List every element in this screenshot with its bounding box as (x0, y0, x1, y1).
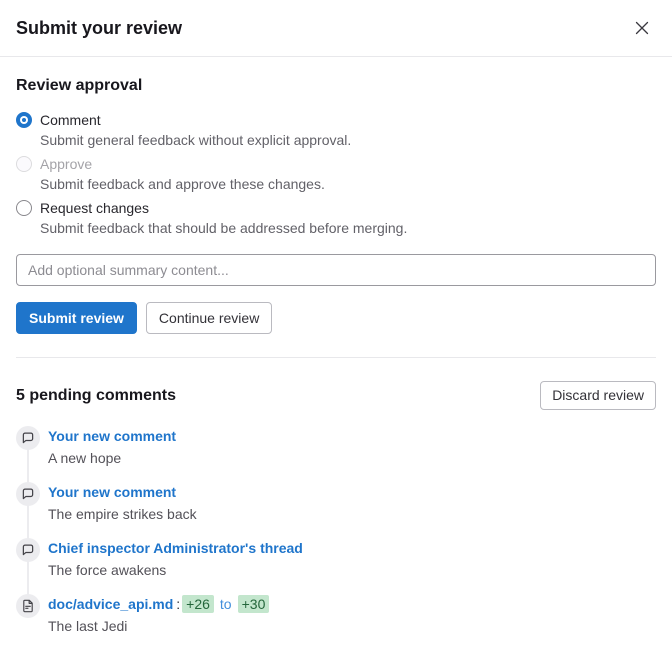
pending-comment-description: The force awakens (48, 560, 656, 580)
to-label: to (220, 596, 232, 612)
timeline-icon-circle (16, 538, 40, 562)
radio-row[interactable]: Comment (16, 110, 656, 130)
radio-row[interactable]: Approve (16, 154, 656, 174)
timeline-icon-circle (16, 594, 40, 618)
line-number-badge-to: +30 (238, 595, 270, 613)
pending-comment-item: Chief inspector Administrator's thread T… (16, 538, 656, 580)
comment-bubble-icon (21, 431, 35, 445)
pending-comment-body: Your new comment The empire strikes back (48, 482, 656, 524)
pending-comments-header: 5 pending comments Discard review (0, 381, 672, 410)
radio-button[interactable] (16, 112, 32, 128)
radio-label: Approve (40, 154, 92, 174)
pending-comment-title-line: Your new comment (48, 482, 656, 502)
pending-comment-link[interactable]: doc/advice_api.md (48, 596, 173, 612)
discard-review-button[interactable]: Discard review (540, 381, 656, 410)
pending-comment-link[interactable]: Chief inspector Administrator's thread (48, 540, 303, 556)
dialog-title: Submit your review (16, 18, 182, 39)
pending-comment-description: The last Jedi (48, 616, 656, 636)
pending-comments-list: Your new comment A new hope Your new com… (0, 426, 672, 636)
submit-review-dialog: Submit your review Review approval Comme… (0, 0, 672, 636)
file-line-info: :+26 to +30 (173, 596, 269, 612)
pending-comment-item: doc/advice_api.md:+26 to +30 The last Jedi (16, 594, 656, 636)
radio-label: Request changes (40, 198, 149, 218)
pending-comment-body: doc/advice_api.md:+26 to +30 The last Jedi (48, 594, 656, 636)
review-actions: Submit review Continue review (16, 302, 656, 334)
pending-comment-description: A new hope (48, 448, 656, 468)
radio-option-group: Comment Submit general feedback without … (16, 110, 656, 238)
review-approval-heading: Review approval (16, 76, 656, 96)
submit-review-button[interactable]: Submit review (16, 302, 137, 334)
radio-row[interactable]: Request changes (16, 198, 656, 218)
comment-bubble-icon (21, 487, 35, 501)
x-close-icon (635, 21, 649, 35)
pending-comment-title-line: Chief inspector Administrator's thread (48, 538, 656, 558)
pending-comment-title-line: doc/advice_api.md:+26 to +30 (48, 594, 656, 614)
summary-input[interactable] (16, 254, 656, 286)
section-divider (16, 357, 656, 358)
review-approval-section: Review approval Comment Submit general f… (0, 57, 672, 334)
pending-comments-section: 5 pending comments Discard review Your n… (0, 381, 672, 636)
comment-bubble-icon (21, 543, 35, 557)
continue-review-button[interactable]: Continue review (146, 302, 272, 334)
pending-comment-item: Your new comment The empire strikes back (16, 482, 656, 524)
pending-comment-link[interactable]: Your new comment (48, 484, 176, 500)
pending-comment-description: The empire strikes back (48, 504, 656, 524)
dialog-header: Submit your review (0, 0, 672, 57)
pending-comment-link[interactable]: Your new comment (48, 428, 176, 444)
timeline-icon-circle (16, 426, 40, 450)
radio-label: Comment (40, 110, 101, 130)
pending-comment-body: Your new comment A new hope (48, 426, 656, 468)
radio-button[interactable] (16, 200, 32, 216)
file-icon (21, 599, 35, 613)
line-number-badge-from: +26 (182, 595, 214, 613)
pending-comment-body: Chief inspector Administrator's thread T… (48, 538, 656, 580)
timeline-icon-circle (16, 482, 40, 506)
review-approval-option: Comment Submit general feedback without … (16, 110, 656, 150)
review-approval-option: Approve Submit feedback and approve thes… (16, 154, 656, 194)
radio-button[interactable] (16, 156, 32, 172)
radio-description: Submit feedback and approve these change… (40, 174, 656, 194)
review-approval-option: Request changes Submit feedback that sho… (16, 198, 656, 238)
close-icon[interactable] (628, 14, 656, 42)
pending-comments-heading: 5 pending comments (16, 386, 176, 406)
pending-comment-item: Your new comment A new hope (16, 426, 656, 468)
radio-description: Submit general feedback without explicit… (40, 130, 656, 150)
colon-separator: : (176, 596, 180, 612)
radio-description: Submit feedback that should be addressed… (40, 218, 656, 238)
pending-comment-title-line: Your new comment (48, 426, 656, 446)
